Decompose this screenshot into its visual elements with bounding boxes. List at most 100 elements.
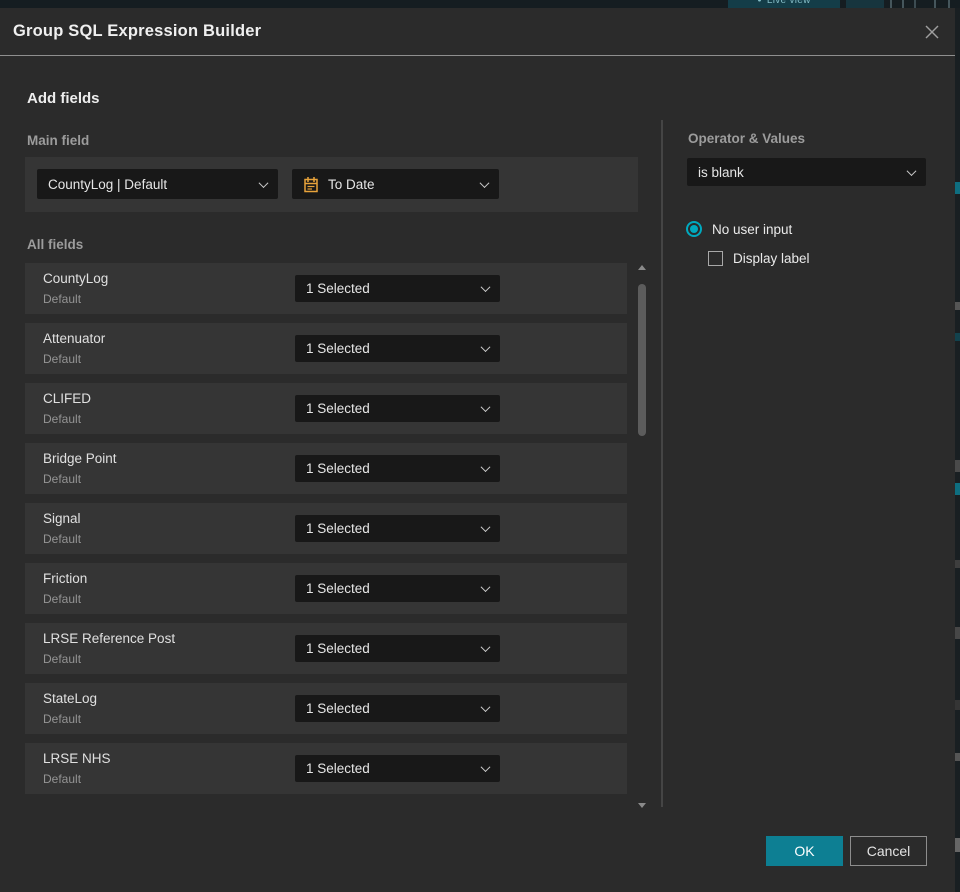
scroll-up-icon[interactable] [638, 265, 646, 270]
background-fragment [955, 838, 960, 852]
field-row: Attenuator Default 1 Selected [25, 323, 627, 374]
dialog-title: Group SQL Expression Builder [13, 22, 262, 40]
field-row: CountyLog Default 1 Selected [25, 263, 627, 314]
field-selection-value: 1 Selected [306, 581, 370, 596]
field-selection-value: 1 Selected [306, 701, 370, 716]
vertical-divider [661, 120, 663, 807]
group-sql-expression-builder-dialog: Group SQL Expression Builder Add fields … [0, 8, 955, 892]
field-name: CLIFED [43, 391, 92, 406]
chevron-down-icon [480, 762, 491, 773]
field-selection-value: 1 Selected [306, 461, 370, 476]
field-selection-dropdown[interactable]: 1 Selected [295, 275, 500, 302]
field-row: LRSE NHS Default 1 Selected [25, 743, 627, 794]
field-type-dropdown[interactable]: To Date [292, 169, 499, 199]
field-selection-dropdown[interactable]: 1 Selected [295, 635, 500, 662]
field-selection-dropdown[interactable]: 1 Selected [295, 575, 500, 602]
chevron-down-icon [480, 402, 491, 413]
background-fragment [955, 560, 960, 568]
background-fragment [955, 182, 960, 194]
field-selection-value: 1 Selected [306, 761, 370, 776]
field-variant: Default [43, 772, 82, 786]
ok-button[interactable]: OK [766, 836, 843, 866]
live-view-label: Live view [766, 0, 811, 6]
background-toolbar-fragment [902, 0, 904, 8]
field-name: CountyLog [43, 271, 109, 286]
no-user-input-radio[interactable] [686, 221, 702, 237]
background-fragment [955, 483, 960, 495]
calendar-icon [304, 176, 318, 192]
field-name: Attenuator [43, 331, 106, 346]
all-fields-list: CountyLog Default 1 Selected Attenuator … [25, 263, 627, 803]
field-selection-dropdown[interactable]: 1 Selected [295, 515, 500, 542]
background-toolbar-fragment [948, 0, 950, 8]
main-field-label: Main field [27, 133, 90, 148]
no-user-input-option[interactable]: No user input [686, 221, 792, 237]
field-name: StateLog [43, 691, 98, 706]
background-fragment [955, 700, 960, 710]
main-field-panel: CountyLog | Default To Date [25, 157, 638, 212]
scroll-down-icon[interactable] [638, 803, 646, 808]
field-variant: Default [43, 712, 82, 726]
field-variant: Default [43, 412, 82, 426]
chevron-down-icon [258, 177, 269, 188]
field-selection-dropdown[interactable]: 1 Selected [295, 335, 500, 362]
field-selection-dropdown[interactable]: 1 Selected [295, 455, 500, 482]
field-row: LRSE Reference Post Default 1 Selected [25, 623, 627, 674]
background-fragment [955, 753, 960, 761]
field-variant: Default [43, 652, 82, 666]
field-type-dropdown-value: To Date [328, 176, 375, 192]
operator-dropdown-value: is blank [698, 164, 744, 180]
no-user-input-label: No user input [712, 221, 793, 237]
chevron-down-icon [479, 177, 490, 188]
background-toolbar-fragment [934, 0, 936, 8]
background-app-right-strip [955, 8, 960, 892]
field-selection-dropdown[interactable]: 1 Selected [295, 395, 500, 422]
background-toolbar-fragment [914, 0, 916, 8]
chevron-down-icon [480, 342, 491, 353]
close-button[interactable] [921, 21, 943, 43]
field-row: CLIFED Default 1 Selected [25, 383, 627, 434]
chevron-down-icon [906, 165, 917, 176]
field-selection-value: 1 Selected [306, 641, 370, 656]
field-selection-value: 1 Selected [306, 341, 370, 356]
chevron-down-icon [480, 642, 491, 653]
background-app-top-strip: ● Live view [0, 0, 960, 8]
add-fields-heading: Add fields [27, 90, 100, 107]
close-icon [925, 25, 939, 39]
live-dot-icon: ● [757, 0, 762, 4]
main-field-dropdown[interactable]: CountyLog | Default [37, 169, 278, 199]
field-selection-value: 1 Selected [306, 401, 370, 416]
main-field-dropdown-value: CountyLog | Default [48, 176, 168, 192]
field-name: Signal [43, 511, 81, 526]
field-selection-dropdown[interactable]: 1 Selected [295, 755, 500, 782]
background-fragment [955, 333, 960, 341]
chevron-down-icon [480, 582, 491, 593]
field-row: StateLog Default 1 Selected [25, 683, 627, 734]
display-label-option[interactable]: Display label [708, 251, 810, 266]
chevron-down-icon [480, 702, 491, 713]
operator-dropdown[interactable]: is blank [687, 158, 926, 186]
field-name: LRSE NHS [43, 751, 111, 766]
live-view-button: ● Live view [728, 0, 840, 8]
background-fragment [955, 460, 960, 472]
field-variant: Default [43, 292, 82, 306]
field-name: Friction [43, 571, 88, 586]
all-fields-label: All fields [27, 237, 84, 252]
background-fragment [955, 627, 960, 639]
header-divider [0, 55, 955, 56]
scrollbar-thumb[interactable] [638, 284, 646, 436]
field-name: Bridge Point [43, 451, 117, 466]
display-label-label: Display label [733, 251, 810, 266]
field-variant: Default [43, 592, 82, 606]
field-variant: Default [43, 352, 82, 366]
field-variant: Default [43, 532, 82, 546]
background-fragment [955, 302, 960, 310]
cancel-button[interactable]: Cancel [850, 836, 927, 866]
field-selection-dropdown[interactable]: 1 Selected [295, 695, 500, 722]
display-label-checkbox[interactable] [708, 251, 723, 266]
field-name: LRSE Reference Post [43, 631, 176, 646]
background-toolbar-fragment [890, 0, 892, 8]
chevron-down-icon [480, 282, 491, 293]
field-selection-value: 1 Selected [306, 521, 370, 536]
all-fields-scrollbar[interactable] [636, 263, 648, 811]
